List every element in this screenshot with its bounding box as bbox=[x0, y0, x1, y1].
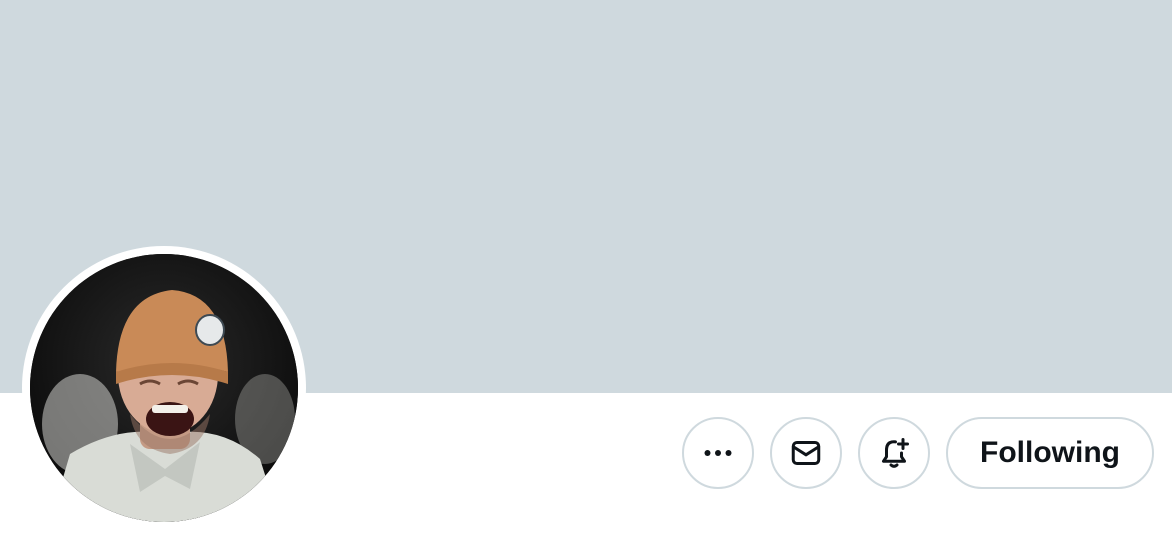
more-button[interactable] bbox=[682, 417, 754, 489]
following-button[interactable]: Following bbox=[946, 417, 1154, 489]
avatar[interactable] bbox=[30, 254, 298, 522]
message-button[interactable] bbox=[770, 417, 842, 489]
following-button-label: Following bbox=[980, 436, 1120, 469]
avatar-photo bbox=[30, 254, 298, 522]
more-horizontal-icon bbox=[704, 450, 732, 456]
envelope-icon bbox=[791, 441, 821, 465]
profile-actions: Following bbox=[682, 417, 1154, 489]
profile-header: Following bbox=[0, 0, 1172, 540]
avatar-ring bbox=[22, 246, 306, 530]
bell-plus-icon bbox=[882, 438, 909, 468]
notifications-button[interactable] bbox=[858, 417, 930, 489]
